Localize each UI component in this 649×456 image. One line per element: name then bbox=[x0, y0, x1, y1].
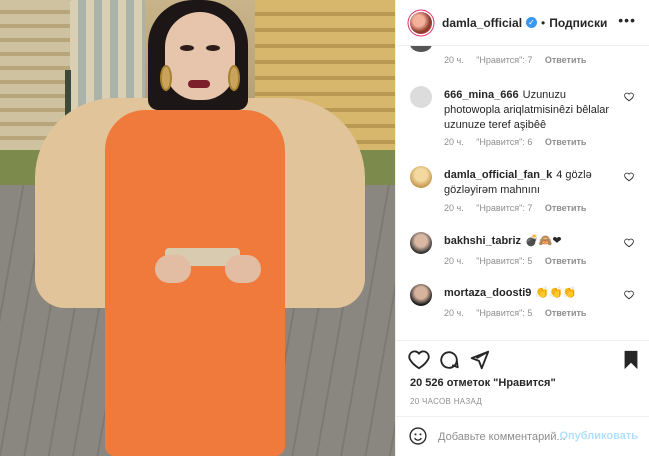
comment-text: bakhshi_tabriz 💣🙈❤ bbox=[444, 234, 620, 249]
comment-meta: 20 ч. "Нравится": 5 Ответить bbox=[444, 256, 596, 266]
separator-dot: • bbox=[541, 15, 546, 30]
comment-username[interactable]: mortaza_doosti9 bbox=[444, 287, 531, 299]
comment-icon[interactable] bbox=[438, 349, 460, 371]
comment-username[interactable]: 666_mina_666 bbox=[444, 89, 519, 101]
comment-time: 20 ч. bbox=[444, 308, 464, 318]
verified-badge-icon: ✓ bbox=[526, 17, 538, 28]
comment-meta: 20 ч. "Нравится": 7 Ответить bbox=[444, 203, 596, 213]
add-comment-bar: Опубликовать bbox=[396, 416, 649, 456]
following-button[interactable]: Подписки bbox=[549, 16, 607, 30]
author-username[interactable]: damla_official bbox=[442, 16, 522, 30]
avatar[interactable] bbox=[410, 46, 432, 52]
eye bbox=[180, 45, 194, 51]
earring bbox=[228, 65, 240, 91]
comment-input[interactable] bbox=[438, 427, 568, 447]
reply-button[interactable]: Ответить bbox=[545, 256, 587, 266]
avatar[interactable] bbox=[410, 284, 432, 306]
post-button[interactable]: Опубликовать bbox=[559, 430, 638, 442]
comment-meta: 20 ч. "Нравится": 7 Ответить bbox=[444, 55, 596, 65]
comment-content: 👏👏👏 bbox=[535, 287, 577, 299]
orange-dress bbox=[105, 110, 285, 456]
likes-count[interactable]: 20 526 отметок "Нравится" bbox=[410, 377, 556, 389]
comment-username[interactable]: damla_official_fan_k bbox=[444, 169, 552, 181]
heart-icon[interactable] bbox=[624, 92, 634, 102]
reply-button[interactable]: Ответить bbox=[545, 137, 587, 147]
comment-likes[interactable]: "Нравится": 7 bbox=[476, 203, 532, 213]
comment-text: mortaza_doosti9 👏👏👏 bbox=[444, 286, 620, 301]
heart-icon[interactable] bbox=[408, 349, 430, 371]
earring bbox=[160, 65, 172, 91]
action-bar bbox=[396, 340, 649, 378]
comment-likes[interactable]: "Нравится": 7 bbox=[476, 55, 532, 65]
eye bbox=[206, 45, 220, 51]
post-side-panel: damla_official ✓ • Подписки ••• 20 ч. "Н… bbox=[395, 0, 649, 456]
comment-time: 20 ч. bbox=[444, 137, 464, 147]
comment-username[interactable]: bakhshi_tabriz bbox=[444, 235, 521, 247]
share-icon[interactable] bbox=[468, 349, 490, 371]
comment-likes[interactable]: "Нравится": 5 bbox=[476, 308, 532, 318]
hand bbox=[155, 255, 191, 283]
comment-likes[interactable]: "Нравится": 5 bbox=[476, 256, 532, 266]
comment-time: 20 ч. bbox=[444, 203, 464, 213]
more-options-icon[interactable]: ••• bbox=[618, 12, 636, 28]
post-timestamp[interactable]: 20 ЧАСОВ НАЗАД bbox=[410, 397, 482, 406]
avatar[interactable] bbox=[410, 232, 432, 254]
avatar[interactable] bbox=[410, 166, 432, 188]
comment-time: 20 ч. bbox=[444, 256, 464, 266]
heart-icon[interactable] bbox=[624, 238, 634, 248]
comments-list[interactable]: 20 ч. "Нравится": 7 Ответить 666_mina_66… bbox=[396, 46, 649, 340]
author-avatar[interactable] bbox=[410, 11, 432, 34]
comment-likes[interactable]: "Нравится": 6 bbox=[476, 137, 532, 147]
reply-button[interactable]: Ответить bbox=[545, 308, 587, 318]
comment-meta: 20 ч. "Нравится": 5 Ответить bbox=[444, 308, 596, 318]
bookmark-icon[interactable] bbox=[620, 349, 642, 371]
post-photo[interactable] bbox=[0, 0, 395, 456]
heart-icon[interactable] bbox=[624, 172, 634, 182]
lips bbox=[188, 80, 210, 88]
comment-text: damla_official_fan_k 4 gözlə gözləyirəm m… bbox=[444, 168, 620, 198]
heart-icon[interactable] bbox=[624, 290, 634, 300]
emoji-icon[interactable] bbox=[408, 426, 428, 446]
comment-time: 20 ч. bbox=[444, 55, 464, 65]
avatar[interactable] bbox=[410, 86, 432, 108]
comment-content: 💣🙈❤ bbox=[525, 235, 562, 247]
post-header: damla_official ✓ • Подписки ••• bbox=[396, 0, 649, 46]
reply-button[interactable]: Ответить bbox=[545, 203, 587, 213]
comment-meta: 20 ч. "Нравится": 6 Ответить bbox=[444, 137, 596, 147]
comment-text: 666_mina_666 Uzunuzu photowopla ariqlatmi… bbox=[444, 88, 620, 133]
hand bbox=[225, 255, 261, 283]
reply-button[interactable]: Ответить bbox=[545, 55, 587, 65]
